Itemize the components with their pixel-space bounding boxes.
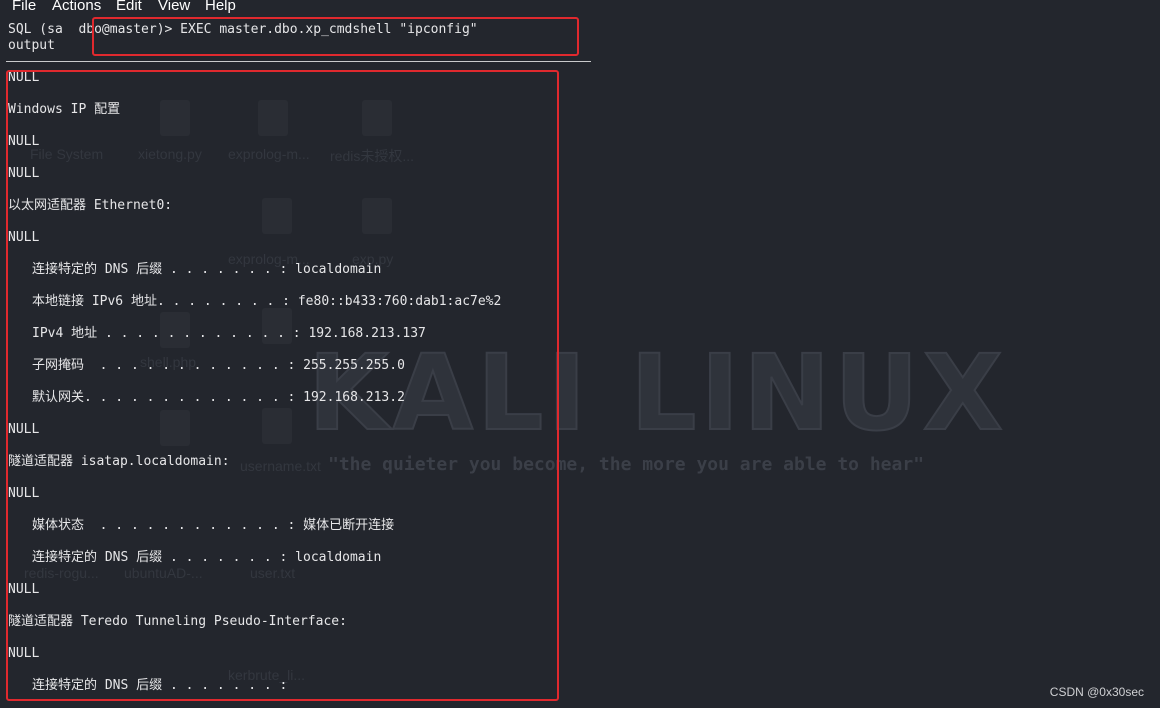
terminal-screen: File System xietong.py exprolog-m... red… <box>0 0 1160 708</box>
command-highlight-box <box>92 17 579 56</box>
header-divider <box>6 61 591 62</box>
menu-actions[interactable]: Actions <box>52 0 101 14</box>
output-column-header: output <box>8 38 55 53</box>
menu-bar: File Actions Edit View Help <box>0 0 1160 16</box>
menu-edit[interactable]: Edit <box>116 0 142 14</box>
menu-help[interactable]: Help <box>205 0 236 14</box>
output-highlight-box <box>6 70 559 701</box>
menu-file[interactable]: File <box>12 0 36 14</box>
menu-view[interactable]: View <box>158 0 190 14</box>
csdn-watermark: CSDN @0x30sec <box>1049 685 1144 699</box>
